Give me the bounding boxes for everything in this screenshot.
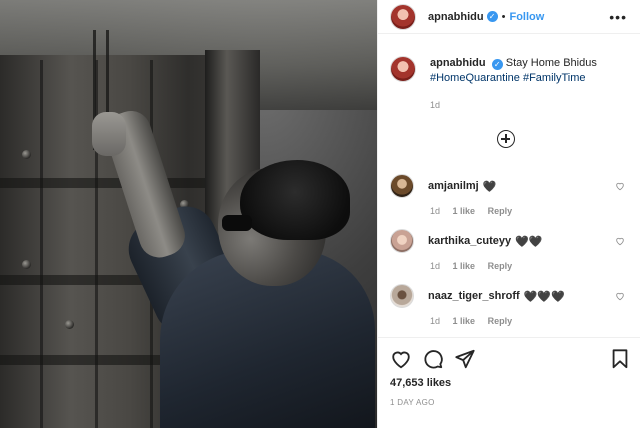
comment-meta: 1d 1 like Reply [430, 206, 635, 216]
caption-author-username[interactable]: apnabhidu [430, 57, 486, 69]
door-stud [22, 260, 31, 269]
heart-outline-icon[interactable] [615, 236, 625, 246]
author-avatar[interactable] [390, 3, 416, 30]
hashtag-link[interactable]: #FamilyTime [523, 72, 586, 84]
share-paper-plane-icon[interactable] [454, 348, 476, 370]
comment-likes[interactable]: 1 like [453, 206, 476, 216]
comment-meta: 1d 1 like Reply [430, 316, 635, 326]
comment-likes[interactable]: 1 like [453, 316, 476, 326]
comment-username[interactable]: naaz_tiger_shroff [428, 290, 520, 302]
door-iron-band [0, 178, 235, 188]
comment-time: 1d [430, 316, 441, 326]
comment-item: naaz_tiger_shroff 🖤🖤🖤 1d 1 like Reply [390, 284, 635, 326]
separator-dot: • [501, 10, 506, 23]
save-bookmark-icon[interactable] [609, 348, 631, 370]
door-stud [65, 320, 74, 329]
follow-button[interactable]: Follow [509, 11, 544, 23]
post-caption: apnabhidu ✓ Stay Home Bhidus #HomeQuaran… [390, 56, 630, 86]
comment-time: 1d [430, 261, 441, 271]
comment-reply-button[interactable]: Reply [488, 261, 513, 271]
hashtag-link[interactable]: #HomeQuarantine [430, 72, 520, 84]
commenter-avatar[interactable] [390, 284, 414, 308]
comment-reply-button[interactable]: Reply [488, 206, 513, 216]
comment-username[interactable]: karthika_cuteyy [428, 235, 511, 247]
heart-outline-icon[interactable] [615, 291, 625, 301]
comment-reply-button[interactable]: Reply [488, 316, 513, 326]
comment-time: 1d [430, 206, 441, 216]
caption-author-avatar[interactable] [390, 56, 416, 82]
post-header: apnabhidu ✓ • Follow ••• [378, 0, 640, 34]
post-action-bar: 47,653 likes 1 DAY AGO [378, 337, 640, 428]
comment-meta: 1d 1 like Reply [430, 261, 635, 271]
like-heart-icon[interactable] [390, 348, 412, 370]
photo-person-hand [92, 112, 126, 156]
door-stud [22, 150, 31, 159]
post-timestamp: 1 DAY AGO [390, 398, 435, 407]
comment-bubble-icon[interactable] [422, 348, 444, 370]
verified-badge-icon: ✓ [491, 59, 503, 70]
comment-username[interactable]: amjanilmj [428, 180, 479, 192]
instagram-post: apnabhidu ✓ • Follow ••• apnabhidu ✓ Sta… [0, 0, 640, 428]
comment-text: 🖤 [482, 180, 497, 193]
commenter-avatar[interactable] [390, 174, 414, 198]
author-username[interactable]: apnabhidu [428, 11, 484, 23]
photo-person-glasses [222, 215, 252, 231]
post-photo[interactable] [0, 0, 377, 428]
comment-likes[interactable]: 1 like [453, 261, 476, 271]
comment-text: 🖤🖤 [515, 235, 543, 248]
heart-outline-icon[interactable] [615, 181, 625, 191]
caption-timestamp: 1d [430, 100, 441, 110]
door-plank-line [40, 60, 43, 428]
commenter-avatar[interactable] [390, 229, 414, 253]
comment-text: 🖤🖤🖤 [523, 290, 565, 303]
post-side-panel: apnabhidu ✓ • Follow ••• apnabhidu ✓ Sta… [377, 0, 640, 428]
caption-text: Stay Home Bhidus [505, 57, 597, 69]
verified-badge-icon: ✓ [486, 11, 498, 22]
load-more-comments-button[interactable] [497, 130, 515, 148]
caption-text-block: apnabhidu ✓ Stay Home Bhidus #HomeQuaran… [430, 56, 597, 86]
more-options-icon[interactable]: ••• [609, 9, 627, 25]
likes-count[interactable]: 47,653 likes [390, 377, 451, 389]
photo-person-hair [240, 160, 350, 240]
comment-item: karthika_cuteyy 🖤🖤 1d 1 like Reply [390, 229, 635, 271]
comment-item: amjanilmj 🖤 1d 1 like Reply [390, 174, 635, 216]
